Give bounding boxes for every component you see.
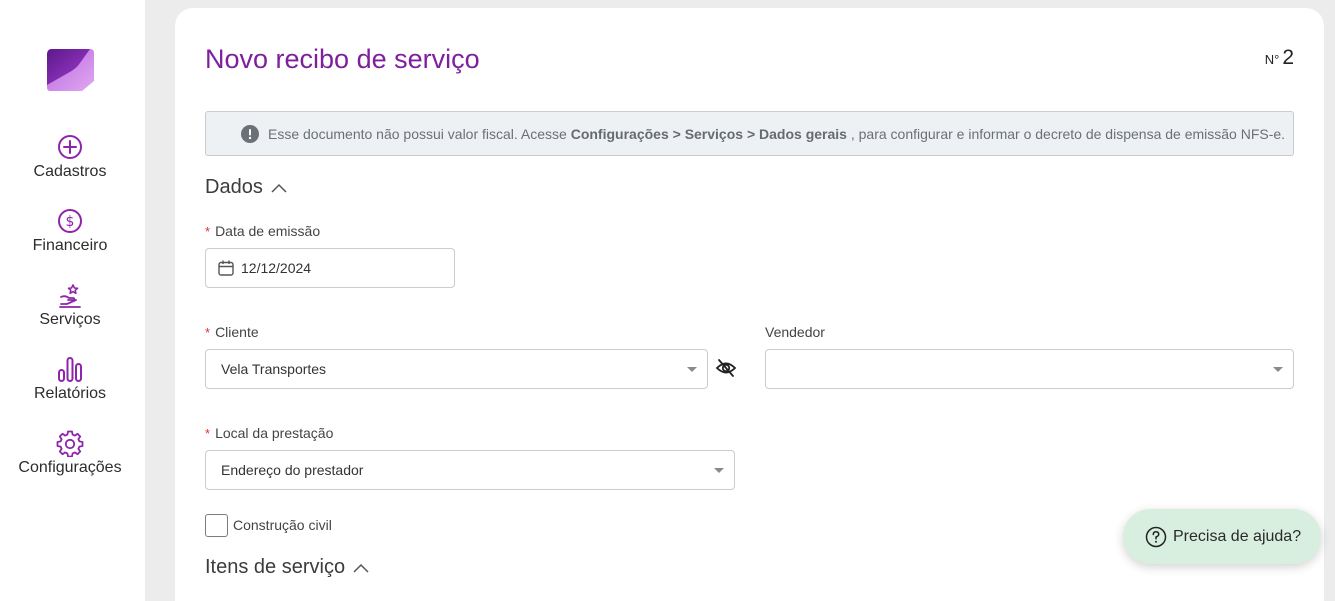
sidebar: Cadastros $ Financeiro Serviços Relatóri… — [0, 0, 145, 601]
app-logo[interactable] — [46, 47, 96, 93]
section-itens-title: Itens de serviço — [205, 556, 346, 578]
sidebar-item-label: Serviços — [39, 311, 101, 328]
section-dados-title: Dados — [205, 176, 263, 198]
sidebar-item-relatorios[interactable]: Relatórios — [0, 355, 140, 403]
caret-down-icon — [687, 367, 697, 372]
help-button[interactable]: Precisa de ajuda? — [1123, 509, 1321, 564]
caret-down-icon — [714, 468, 724, 473]
alert-text: Esse documento não possui valor fiscal. … — [268, 125, 1286, 142]
chevron-up-icon — [353, 563, 369, 573]
fiscal-info-alert: Esse documento não possui valor fiscal. … — [205, 111, 1294, 156]
sidebar-item-label: Cadastros — [33, 163, 107, 180]
sidebar-item-servicos[interactable]: Serviços — [0, 281, 140, 329]
question-circle-icon — [1145, 526, 1167, 547]
construcao-civil-label[interactable]: Construção civil — [233, 517, 332, 533]
cliente-select[interactable]: Vela Transportes — [205, 349, 708, 389]
document-number: N° 2 — [1265, 46, 1294, 70]
alert-settings-path: Configurações > Serviços > Dados gerais — [570, 125, 847, 142]
page-title: Novo recibo de serviço — [205, 44, 480, 74]
data-emissao-value: 12/12/2024 — [241, 260, 312, 276]
eye-off-icon[interactable] — [715, 358, 737, 378]
chevron-up-icon — [271, 183, 287, 193]
document-number-value: 2 — [1282, 46, 1294, 69]
sidebar-item-cadastros[interactable]: Cadastros — [0, 133, 140, 181]
bar-chart-icon — [58, 357, 82, 382]
sidebar-item-label: Configurações — [18, 459, 122, 476]
cliente-value: Vela Transportes — [221, 361, 327, 377]
local-prestacao-value: Endereço do prestador — [221, 462, 364, 478]
local-prestacao-select[interactable]: Endereço do prestador — [205, 450, 735, 490]
caret-down-icon — [1273, 367, 1283, 372]
gear-icon — [56, 430, 84, 457]
info-exclamation-icon — [241, 124, 259, 143]
sidebar-item-label: Relatórios — [33, 385, 107, 402]
local-prestacao-label: * Local da prestação — [205, 425, 334, 441]
sidebar-item-financeiro[interactable]: $ Financeiro — [0, 207, 140, 255]
sidebar-item-label: Financeiro — [32, 237, 108, 254]
plus-circle-icon — [58, 135, 82, 159]
dollar-circle-icon: $ — [58, 209, 82, 233]
document-number-prefix: N° — [1264, 52, 1280, 67]
help-button-label: Precisa de ajuda? — [1173, 527, 1302, 545]
calendar-icon — [218, 260, 234, 276]
cliente-label: * Cliente — [205, 324, 259, 340]
vendedor-select[interactable] — [765, 349, 1294, 389]
data-emissao-input[interactable]: 12/12/2024 — [205, 248, 455, 288]
construcao-civil-checkbox[interactable] — [205, 514, 228, 537]
section-dados-toggle[interactable]: Dados — [205, 176, 287, 199]
service-hand-star-icon — [59, 284, 81, 308]
data-emissao-label: * Data de emissão — [205, 223, 321, 239]
sidebar-item-configuracoes[interactable]: Configurações — [0, 429, 140, 477]
section-itens-toggle[interactable]: Itens de serviço — [205, 556, 369, 579]
svg-text:$: $ — [66, 214, 75, 230]
vendedor-label: Vendedor — [765, 324, 825, 340]
